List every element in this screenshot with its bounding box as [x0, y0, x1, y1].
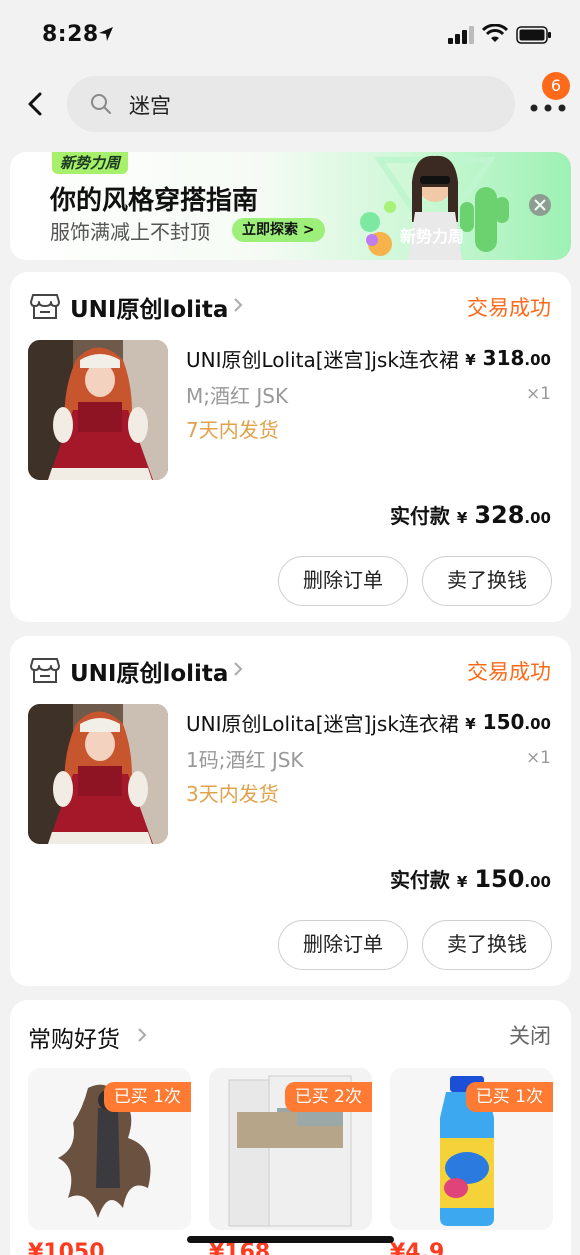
- status-time: 8:28: [42, 22, 99, 47]
- banner-tag: 新势力周: [52, 152, 129, 174]
- price-integer: 318: [482, 346, 525, 370]
- wifi-icon: [482, 24, 508, 42]
- banner-close-button[interactable]: [529, 194, 551, 216]
- close-icon: [534, 199, 546, 211]
- shop-name[interactable]: UNI原创lolita: [70, 290, 228, 324]
- banner-title: 你的风格穿搭指南: [50, 186, 259, 216]
- lolita-dress-photo: [28, 340, 168, 480]
- promo-banner[interactable]: 新势力周 你的风格穿搭指南 服饰满减上不封顶 立即探索 > 新势力周: [10, 152, 571, 260]
- home-indicator[interactable]: [187, 1236, 394, 1243]
- lolita-dress-photo: [28, 704, 168, 844]
- item-spec: 1码;酒红 JSK: [186, 748, 304, 772]
- chevron-right-icon: [234, 298, 243, 312]
- order-card[interactable]: UNI原创lolita 交易成功 UNI原创Lolita[迷宫]jsk连衣裙 ¥…: [10, 636, 571, 986]
- price-decimal: .00: [524, 351, 551, 369]
- delete-order-button[interactable]: 删除订单: [278, 556, 408, 606]
- shop-icon: [30, 294, 60, 319]
- currency-symbol: ¥: [465, 715, 476, 733]
- battery-icon: [516, 26, 551, 44]
- search-query: 迷宫: [129, 94, 171, 118]
- chevron-right-icon: [138, 1028, 147, 1042]
- banner-model-illustration: 新势力周: [360, 155, 509, 260]
- purchase-count-tag: 已买 2次: [284, 1082, 372, 1112]
- currency-symbol: ¥: [465, 351, 476, 369]
- price-integer: 150: [482, 710, 525, 734]
- paid-decimal: .00: [524, 873, 551, 891]
- shipping-note: 3天内发货: [186, 782, 279, 806]
- shipping-note: 7天内发货: [186, 418, 279, 442]
- item-quantity: ×1: [525, 748, 551, 768]
- purchase-count-tag: 已买 1次: [465, 1082, 553, 1112]
- shop-name[interactable]: UNI原创lolita: [70, 654, 228, 688]
- banner-subtitle: 服饰满减上不封顶: [50, 220, 210, 244]
- item-spec: M;酒红 JSK: [186, 384, 289, 408]
- purchase-count-tag: 已买 1次: [103, 1082, 191, 1112]
- resell-button[interactable]: 卖了换钱: [422, 920, 552, 970]
- search-input[interactable]: 迷宫: [67, 76, 515, 132]
- item-price: ¥ 150.00: [465, 710, 551, 734]
- item-title[interactable]: UNI原创Lolita[迷宫]jsk连衣裙: [186, 708, 470, 737]
- frequent-goods-section: 常购好货 关闭 已买 1次 已买 2次 已买 1次 ¥1050 ¥168 ¥4.…: [10, 1000, 571, 1255]
- product-price: ¥1050: [28, 1240, 105, 1255]
- item-price: ¥ 318.00: [465, 346, 551, 370]
- product-card[interactable]: 已买 2次: [209, 1068, 372, 1230]
- back-icon[interactable]: [20, 88, 52, 120]
- section-title[interactable]: 常购好货: [28, 1020, 120, 1054]
- more-dots-icon: [530, 104, 566, 112]
- paid-amount: 实付款 ¥ 328.00: [390, 500, 551, 529]
- resell-button[interactable]: 卖了换钱: [422, 556, 552, 606]
- paid-decimal: .00: [524, 509, 551, 527]
- paid-integer: 150: [474, 865, 525, 893]
- product-card[interactable]: 已买 1次: [28, 1068, 191, 1230]
- product-thumbnail[interactable]: [28, 340, 168, 480]
- location-arrow-icon: [99, 27, 113, 41]
- nav-bar: 迷宫 6: [0, 70, 580, 138]
- currency-symbol: ¥: [456, 509, 468, 527]
- order-list-screen: 8:28 迷宫 6 新势力周 你的风格穿搭指南 服饰满减上不封顶 立即探索 > …: [0, 0, 580, 1255]
- close-section-button[interactable]: 关闭: [509, 1020, 551, 1050]
- product-card[interactable]: 已买 1次: [390, 1068, 553, 1230]
- message-badge: 6: [542, 72, 570, 100]
- banner-art-label: 新势力周: [400, 227, 464, 246]
- paid-integer: 328: [474, 501, 525, 529]
- order-status: 交易成功: [467, 296, 551, 320]
- paid-label: 实付款: [389, 868, 450, 892]
- shop-icon: [30, 658, 60, 683]
- chevron-right-icon: [234, 662, 243, 676]
- paid-label: 实付款: [389, 504, 450, 528]
- item-quantity: ×1: [525, 384, 551, 404]
- item-title[interactable]: UNI原创Lolita[迷宫]jsk连衣裙: [186, 344, 470, 373]
- currency-symbol: ¥: [456, 873, 468, 891]
- order-status: 交易成功: [467, 660, 551, 684]
- status-bar: 8:28: [0, 0, 580, 70]
- product-thumbnail[interactable]: [28, 704, 168, 844]
- price-decimal: .00: [524, 715, 551, 733]
- cellular-signal-icon: [448, 26, 474, 44]
- order-card[interactable]: UNI原创lolita 交易成功 UNI原创Lolita[迷宫]jsk连衣裙 ¥…: [10, 272, 571, 622]
- banner-explore-button[interactable]: 立即探索 >: [232, 218, 325, 242]
- product-price: ¥4.9: [390, 1240, 445, 1255]
- paid-amount: 实付款 ¥ 150.00: [390, 864, 551, 893]
- search-icon: [91, 94, 111, 114]
- delete-order-button[interactable]: 删除订单: [278, 920, 408, 970]
